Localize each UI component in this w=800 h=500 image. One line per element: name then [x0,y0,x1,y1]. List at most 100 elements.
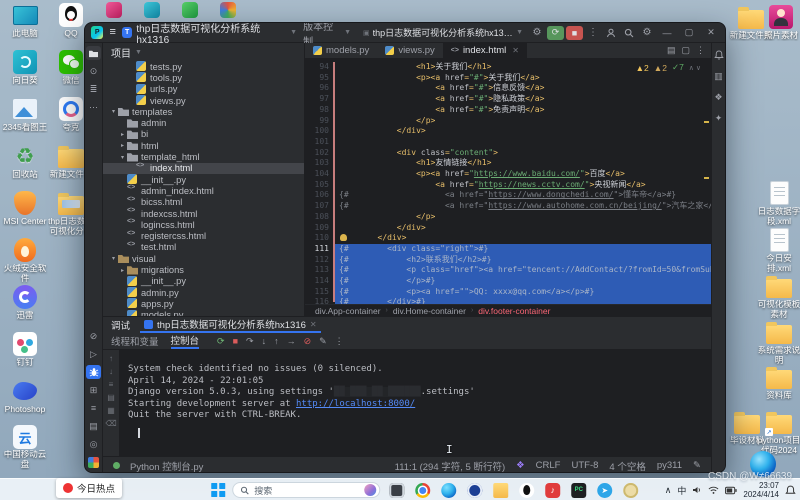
debug-session-tab[interactable]: thp日志数据可视化分析系统hx1316 ✕ [140,317,321,333]
tree-item-tests.py[interactable]: tests.py [103,61,304,72]
taskbar-search[interactable]: 搜索 [232,482,380,498]
console-output[interactable]: I System check identified no issues (0 s… [120,350,711,456]
desktop-icon-sunflower[interactable]: 向日葵 [2,49,48,96]
taskbar-app-file-explorer[interactable] [491,481,510,500]
scroll-down-icon[interactable]: ↓ [109,367,113,376]
tree-chevron-icon[interactable]: ▾ [109,108,118,115]
status-widget[interactable]: CRLF [536,460,561,471]
debug-icon[interactable]: ⚙ [529,25,545,41]
desktop-peek-icon[interactable] [220,2,236,18]
services-icon[interactable]: ⊞ [86,383,101,397]
desktop-peek-icon[interactable] [182,2,198,18]
close-icon[interactable]: ✕ [310,320,317,329]
tree-item-urls.py[interactable]: urls.py [103,84,304,95]
ime-indicator[interactable]: 中 [677,484,686,497]
desktop-icon-ps[interactable]: Photoshop [2,378,48,425]
desktop-icon-recycle[interactable]: ♻回收站 [2,143,48,190]
speaker-icon[interactable] [692,485,702,495]
desktop-icon-folder[interactable]: 系统需求说明 [756,319,800,366]
tree-item-template_html[interactable]: ▾template_html [103,151,304,162]
breadcrumb-item[interactable]: div.Home-container [393,306,466,316]
step-out-icon[interactable]: ↑ [274,336,279,346]
database-icon[interactable]: ▥ [711,69,726,83]
tree-item-templates[interactable]: ▾templates [103,106,304,117]
status-widget[interactable]: 4 个空格 [609,459,645,473]
formatter-icon[interactable]: ❖ [516,460,525,471]
tree-item-bi[interactable]: ▸bi [103,129,304,140]
close-icon[interactable]: ✕ [512,46,519,55]
hot-news-popup[interactable]: 今日热点 [56,478,122,498]
problems-icon[interactable]: ◎ [86,437,101,451]
desktop-icon-doc[interactable]: 日志数据字段.xml [756,180,800,227]
editor-tab-index.html[interactable]: <>index.html✕ [443,43,527,58]
tree-chevron-icon[interactable]: ▾ [109,255,118,262]
tree-item-html[interactable]: ▸html [103,140,304,151]
desktop-peek-icon[interactable] [106,2,122,18]
desktop-icon-folder[interactable]: 可视化模板素材 [756,273,800,320]
stop-icon[interactable]: ■ [233,336,238,346]
taskbar-app-chrome[interactable] [413,481,432,500]
wifi-icon[interactable] [708,485,719,495]
terminal-icon[interactable]: ▤ [86,419,101,433]
tree-item-test.html[interactable]: test.html [103,242,304,253]
debug-tool-icon[interactable] [86,365,101,379]
desktop-icon-dingtalk[interactable]: 钉钉 [2,331,48,378]
code-editor[interactable]: ▲2 ▲2 ✓7 ∧ ∨ 94 <h1>关于我们</h1>95 <p><a hr… [305,59,711,304]
step-over-icon[interactable]: ↷ [246,336,254,347]
tree-item-views.py[interactable]: views.py [103,95,304,106]
run-button[interactable]: ⟳ [547,26,564,40]
rerun-icon[interactable]: ⟳ [217,336,225,347]
project-tool-icon[interactable] [86,46,101,60]
console-more-icon[interactable]: ⋮ [335,336,344,347]
user-icon[interactable] [603,25,619,41]
clock[interactable]: 23:07 2024/4/14 [743,481,779,499]
tree-item-visual[interactable]: ▾visual [103,253,304,264]
desktop-icon-yun[interactable]: 云中国移动云盘 [2,425,48,472]
tab-threads-variables[interactable]: 线程和变量 [111,333,159,349]
desktop-peek-icon[interactable] [144,2,160,18]
taskbar-app-pycharm[interactable]: PC [569,481,588,500]
gradle-icon[interactable]: ❖ [711,90,726,104]
desktop-icon-monitor[interactable]: 此电脑 [2,2,48,49]
start-button[interactable] [211,483,225,497]
tab-more-icon[interactable]: ⋮ [696,45,705,56]
status-widget[interactable]: py311 [657,460,682,471]
mute-breakpoints-icon[interactable]: ⊘ [304,336,312,347]
desktop-icon-folder[interactable]: 资料库 [756,364,800,401]
structure-tool-icon[interactable]: ≣ [86,82,101,96]
breadcrumb-item[interactable]: div.App-container [315,306,381,316]
search-icon[interactable] [621,25,637,41]
main-menu-icon[interactable]: ≡ [109,27,115,38]
desktop-icon-doc[interactable]: 今日安排.xml [756,227,800,274]
packages-icon[interactable] [86,455,101,469]
scroll-up-icon[interactable]: ↑ [109,354,113,363]
taskbar-app-music-app[interactable]: ♪ [543,481,562,500]
split-icon[interactable]: ▢ [681,45,690,56]
editor-tab-models.py[interactable]: models.py [305,43,377,58]
ai-assistant-icon[interactable]: ✦ [711,111,726,125]
commit-tool-icon[interactable]: ⊙ [86,64,101,78]
status-widget[interactable]: UTF-8 [571,460,598,471]
tree-item-tools.py[interactable]: tools.py [103,72,304,83]
tree-item-models.py[interactable]: models.py [103,310,304,316]
tree-item-apps.py[interactable]: apps.py [103,298,304,309]
taskbar-app-qq[interactable] [517,481,536,500]
taskbar-app-edge[interactable] [439,481,458,500]
tab-console[interactable]: 控制台 [171,333,200,349]
tree-chevron-icon[interactable]: ▸ [118,267,127,274]
run-to-cursor-icon[interactable]: → [287,336,296,346]
python-console-icon[interactable]: ≡ [86,401,101,415]
tree-chevron-icon[interactable]: ▾ [118,154,127,161]
settings-gear-icon[interactable]: ⚙ [639,25,655,41]
scroll-end-icon[interactable]: ▤ [107,393,115,402]
clear-icon[interactable]: ⌫ [105,419,116,428]
desktop-icon-flame[interactable]: 火绒安全软件 [2,237,48,284]
close-button[interactable]: ✕ [701,25,721,41]
tray-expand-icon[interactable]: ∧ [665,485,672,496]
soft-wrap-icon[interactable]: ≡ [109,380,114,389]
status-widget[interactable]: 111:1 (294 字符, 5 断行符) [395,459,506,473]
run-tool-icon[interactable]: ▷ [86,347,101,361]
tree-item-__init__.py[interactable]: __init__.py [103,276,304,287]
tree-chevron-icon[interactable]: ▸ [118,131,127,138]
layout-icon[interactable]: ▤ [667,45,676,56]
